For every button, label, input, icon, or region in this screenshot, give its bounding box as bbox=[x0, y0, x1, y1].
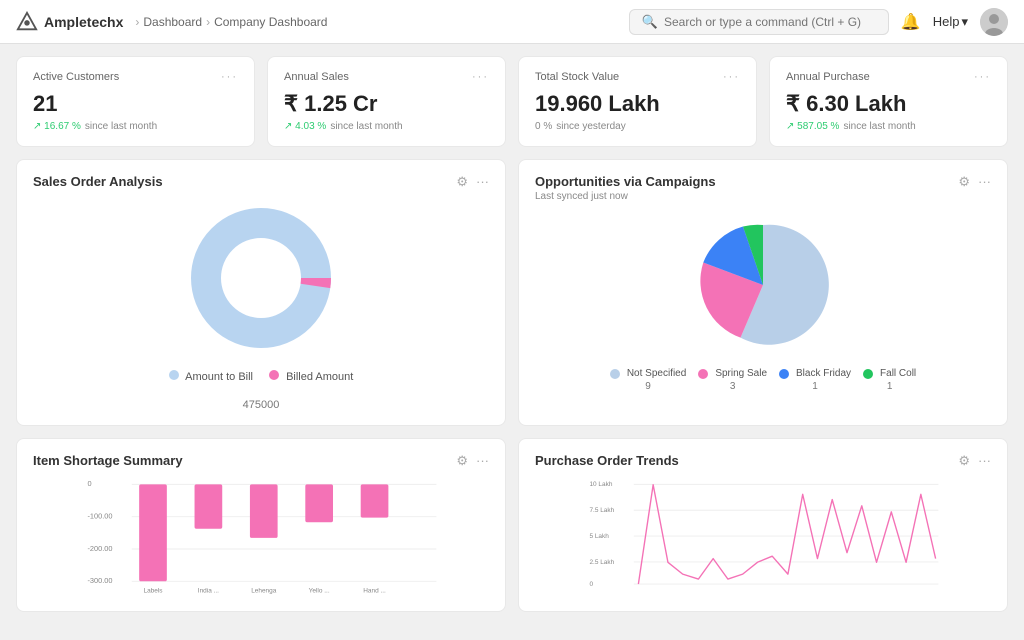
main-content: Active Customers ··· 21 ↗ 16.67 % since … bbox=[0, 44, 1024, 624]
donut-chart: Amount to Bill Billed Amount 475000 bbox=[33, 198, 489, 411]
legend-fall-coll: Fall Coll 1 bbox=[863, 368, 916, 392]
kpi-menu-total-stock[interactable]: ··· bbox=[723, 71, 740, 83]
kpi-label-active-customers: Active Customers bbox=[33, 71, 119, 83]
more-icon-purchase[interactable]: ··· bbox=[978, 453, 991, 469]
svg-text:-100.00: -100.00 bbox=[87, 512, 112, 521]
kpi-value-total-stock: 19.960 Lakh bbox=[535, 91, 740, 117]
kpi-change-active-customers: ↗ 16.67 % bbox=[33, 121, 81, 132]
kpi-menu-annual-sales[interactable]: ··· bbox=[472, 71, 489, 83]
filter-icon[interactable]: ⚙ bbox=[456, 174, 468, 190]
kpi-annual-sales: Annual Sales ··· ₹ 1.25 Cr ↗ 4.03 % sinc… bbox=[267, 56, 506, 147]
pie-svg bbox=[688, 210, 838, 360]
svg-text:Labels: Labels bbox=[143, 587, 162, 594]
kpi-total-stock: Total Stock Value ··· 19.960 Lakh 0 % si… bbox=[518, 56, 757, 147]
kpi-change-annual-sales: ↗ 4.03 % bbox=[284, 121, 326, 132]
kpi-sub-annual-purchase: since last month bbox=[843, 121, 915, 132]
svg-text:Lehenga: Lehenga bbox=[251, 587, 277, 594]
charts-row-1: Sales Order Analysis ⚙ ··· Amount to Bil… bbox=[16, 159, 1008, 426]
item-shortage-card: Item Shortage Summary ⚙ ··· 0 -100.00 -2… bbox=[16, 438, 506, 612]
kpi-value-active-customers: 21 bbox=[33, 91, 238, 117]
kpi-sub-total-stock: since yesterday bbox=[556, 121, 625, 132]
kpi-sub-annual-sales: since last month bbox=[330, 121, 402, 132]
legend-billed-amount: Billed Amount bbox=[269, 370, 353, 383]
kpi-change-annual-purchase: ↗ 587.05 % bbox=[786, 121, 839, 132]
item-shortage-title: Item Shortage Summary bbox=[33, 453, 183, 468]
bell-icon[interactable]: 🔔 bbox=[901, 12, 921, 32]
search-input[interactable] bbox=[664, 15, 876, 29]
opportunities-title: Opportunities via Campaigns bbox=[535, 174, 716, 189]
logo: Ampletechx bbox=[16, 11, 123, 33]
logo-text: Ampletechx bbox=[44, 14, 123, 30]
header-actions: 🔔 Help ▾ bbox=[901, 8, 1008, 36]
kpi-change-total-stock: 0 % bbox=[535, 121, 552, 132]
svg-text:-200.00: -200.00 bbox=[87, 544, 112, 553]
svg-text:-300.00: -300.00 bbox=[87, 576, 112, 585]
avatar[interactable] bbox=[980, 8, 1008, 36]
chevron-down-icon: ▾ bbox=[961, 14, 968, 30]
purchase-order-card: Purchase Order Trends ⚙ ··· 10 Lakh 7.5 … bbox=[518, 438, 1008, 612]
logo-icon bbox=[16, 11, 38, 33]
kpi-sub-active-customers: since last month bbox=[85, 121, 157, 132]
purchase-order-title: Purchase Order Trends bbox=[535, 453, 679, 468]
charts-row-2: Item Shortage Summary ⚙ ··· 0 -100.00 -2… bbox=[16, 438, 1008, 612]
svg-text:0: 0 bbox=[589, 581, 593, 588]
line-chart-svg: 10 Lakh 7.5 Lakh 5 Lakh 2.5 Lakh 0 bbox=[535, 477, 991, 597]
svg-text:2.5 Lakh: 2.5 Lakh bbox=[589, 559, 614, 566]
filter-icon-opp[interactable]: ⚙ bbox=[958, 174, 970, 190]
search-bar[interactable]: 🔍 bbox=[629, 9, 889, 35]
kpi-active-customers: Active Customers ··· 21 ↗ 16.67 % since … bbox=[16, 56, 255, 147]
sales-order-title: Sales Order Analysis bbox=[33, 174, 163, 189]
svg-text:India ...: India ... bbox=[198, 587, 219, 594]
more-icon[interactable]: ··· bbox=[476, 174, 489, 190]
sales-order-analysis-card: Sales Order Analysis ⚙ ··· Amount to Bil… bbox=[16, 159, 506, 426]
pie-legend: Not Specified 9 Spring Sale 3 bbox=[610, 368, 916, 392]
filter-icon-purchase[interactable]: ⚙ bbox=[958, 453, 970, 469]
kpi-label-annual-purchase: Annual Purchase bbox=[786, 71, 870, 83]
search-icon: 🔍 bbox=[642, 14, 658, 30]
svg-text:Hand ...: Hand ... bbox=[363, 587, 386, 594]
kpi-label-total-stock: Total Stock Value bbox=[535, 71, 619, 83]
opportunities-card: Opportunities via Campaigns Last synced … bbox=[518, 159, 1008, 426]
donut-amount: 475000 bbox=[243, 399, 280, 411]
filter-icon-shortage[interactable]: ⚙ bbox=[456, 453, 468, 469]
svg-text:10 Lakh: 10 Lakh bbox=[589, 481, 612, 488]
kpi-value-annual-sales: ₹ 1.25 Cr bbox=[284, 91, 489, 117]
line-chart: 10 Lakh 7.5 Lakh 5 Lakh 2.5 Lakh 0 bbox=[535, 477, 991, 597]
pie-chart: Not Specified 9 Spring Sale 3 bbox=[535, 210, 991, 392]
kpi-label-annual-sales: Annual Sales bbox=[284, 71, 349, 83]
opportunities-subtitle: Last synced just now bbox=[535, 191, 716, 202]
kpi-menu-annual-purchase[interactable]: ··· bbox=[974, 71, 991, 83]
svg-text:7.5 Lakh: 7.5 Lakh bbox=[589, 507, 614, 514]
legend-black-friday: Black Friday 1 bbox=[779, 368, 851, 392]
legend-spring-sale: Spring Sale 3 bbox=[698, 368, 767, 392]
kpi-value-annual-purchase: ₹ 6.30 Lakh bbox=[786, 91, 991, 117]
breadcrumb-company: Company Dashboard bbox=[214, 15, 327, 29]
svg-text:5 Lakh: 5 Lakh bbox=[589, 533, 609, 540]
svg-text:Yello ...: Yello ... bbox=[309, 587, 330, 594]
breadcrumb: › Dashboard › Company Dashboard bbox=[135, 15, 327, 29]
svg-text:0: 0 bbox=[87, 479, 91, 488]
bar-chart-svg: 0 -100.00 -200.00 -300.00 Labels India .… bbox=[33, 477, 489, 597]
kpi-menu-active-customers[interactable]: ··· bbox=[221, 71, 238, 83]
more-icon-opp[interactable]: ··· bbox=[978, 174, 991, 190]
header: Ampletechx › Dashboard › Company Dashboa… bbox=[0, 0, 1024, 44]
donut-svg bbox=[181, 198, 341, 358]
legend-amount-to-bill: Amount to Bill bbox=[169, 370, 253, 383]
kpi-annual-purchase: Annual Purchase ··· ₹ 6.30 Lakh ↗ 587.05… bbox=[769, 56, 1008, 147]
help-button[interactable]: Help ▾ bbox=[933, 14, 968, 30]
kpi-row: Active Customers ··· 21 ↗ 16.67 % since … bbox=[16, 56, 1008, 147]
more-icon-shortage[interactable]: ··· bbox=[476, 453, 489, 469]
breadcrumb-dashboard: Dashboard bbox=[143, 15, 202, 29]
legend-not-specified: Not Specified 9 bbox=[610, 368, 686, 392]
bar-chart: 0 -100.00 -200.00 -300.00 Labels India .… bbox=[33, 477, 489, 597]
